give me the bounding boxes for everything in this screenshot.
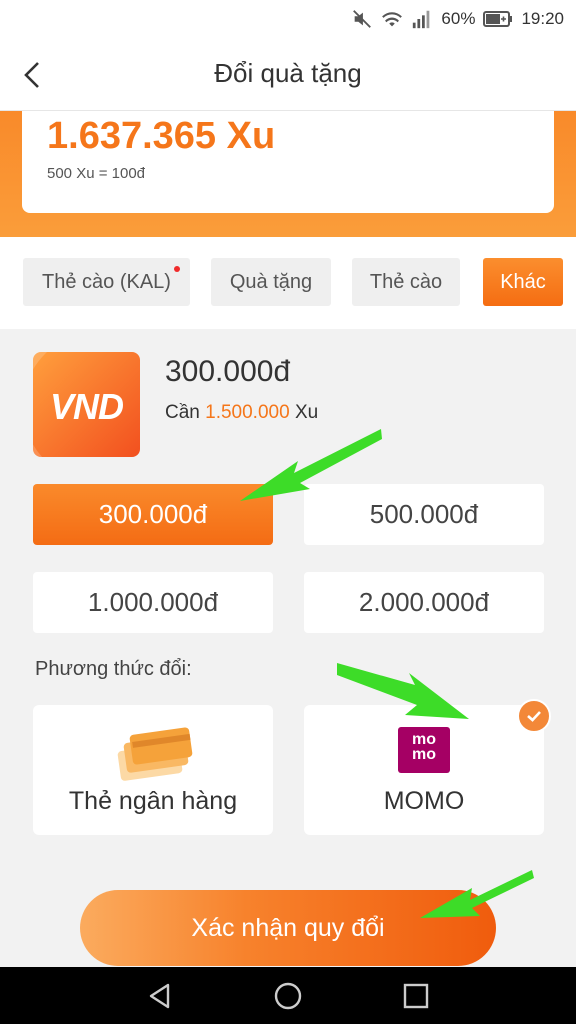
need-amount: 1.500.000	[205, 402, 290, 423]
category-tabs: Thẻ cào (KAL) Quà tặng Thẻ cào Khác	[0, 237, 576, 329]
check-icon	[517, 699, 551, 733]
confirm-exchange-button[interactable]: Xác nhận quy đổi	[80, 890, 496, 966]
need-prefix: Cần	[165, 402, 200, 423]
momo-icon: mo mo	[398, 727, 450, 773]
home-circle-icon[interactable]	[272, 980, 304, 1012]
amount-label: 300.000đ	[98, 499, 208, 529]
tab-label: Khác	[500, 270, 546, 293]
status-bar: 60% 19:20	[0, 0, 576, 40]
tab-the-cao[interactable]: Thẻ cào	[352, 258, 460, 306]
logo-text: VND	[49, 386, 124, 427]
method-section-label: Phương thức đổi:	[35, 658, 192, 680]
tab-label: Quà tặng	[229, 270, 313, 293]
tab-label: Thẻ cào (KAL)	[42, 270, 171, 293]
amount-option-300k[interactable]: 300.000đ	[33, 484, 273, 545]
amount-option-2m[interactable]: 2.000.000đ	[304, 572, 544, 633]
amount-label: 500.000đ	[369, 499, 479, 529]
need-unit: Xu	[294, 402, 319, 423]
tab-label: Thẻ cào	[369, 270, 443, 293]
momo-logo-line: mo	[412, 731, 436, 748]
notification-dot	[174, 266, 180, 272]
battery-icon	[483, 11, 513, 27]
page-title: Đổi quà tặng	[214, 58, 362, 88]
momo-logo-line: mo	[412, 746, 436, 763]
recents-square-icon[interactable]	[400, 980, 432, 1012]
amount-label: 1.000.000đ	[87, 587, 219, 617]
method-momo[interactable]: mo mo MOMO	[304, 699, 551, 835]
required-coins: Cần 1.500.000 Xu	[165, 402, 318, 424]
method-name: Thẻ ngân hàng	[68, 787, 238, 815]
amount-option-500k[interactable]: 500.000đ	[304, 484, 544, 545]
amount-label: 2.000.000đ	[358, 587, 490, 617]
tab-the-cao-kal[interactable]: Thẻ cào (KAL)	[23, 258, 190, 306]
method-name: MOMO	[383, 787, 465, 815]
clock: 19:20	[521, 9, 564, 28]
tab-khac[interactable]: Khác	[483, 258, 563, 306]
tab-qua-tang[interactable]: Quà tặng	[211, 258, 331, 306]
amount-option-1m[interactable]: 1.000.000đ	[33, 572, 273, 633]
wifi-icon	[382, 12, 403, 27]
signal-icon	[413, 10, 430, 29]
method-bank-card[interactable]: Thẻ ngân hàng	[33, 705, 273, 835]
app-header: Đổi quà tặng	[0, 40, 576, 111]
back-triangle-icon[interactable]	[144, 980, 176, 1012]
balance-card: 1.637.365 Xu 500 Xu = 100đ	[22, 111, 554, 213]
product-price: 300.000đ	[165, 355, 291, 388]
bank-card-icon	[117, 727, 193, 781]
vnd-logo: VND	[33, 352, 140, 457]
status-icons: 60% 19:20	[351, 8, 564, 30]
system-nav-bar	[0, 967, 576, 1024]
exchange-rate: 500 Xu = 100đ	[47, 165, 146, 182]
confirm-label: Xác nhận quy đổi	[191, 913, 385, 942]
mute-icon	[353, 10, 372, 28]
battery-percent: 60%	[441, 9, 476, 28]
balance-amount: 1.637.365 Xu	[47, 115, 276, 157]
